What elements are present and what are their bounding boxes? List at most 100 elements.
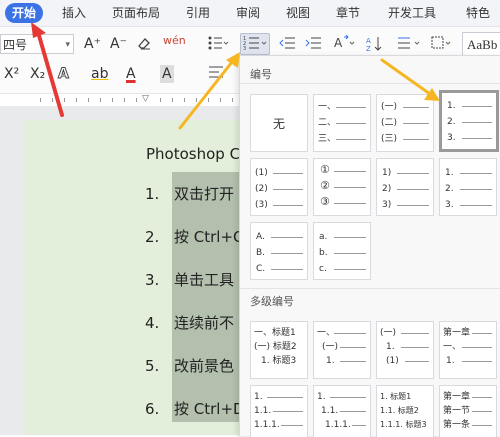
marker: (一) 标题2: [254, 342, 297, 352]
multilevel-option-chinese[interactable]: 一、 (一) 1.: [313, 321, 371, 379]
marker: ②: [320, 179, 330, 192]
tab-review[interactable]: 审阅: [236, 3, 260, 23]
align-left-icon[interactable]: [207, 64, 225, 85]
phonetic-guide-button[interactable]: wén: [163, 32, 186, 50]
multilevel-option-chapter-2[interactable]: 第一章 第一节 第一条: [439, 385, 497, 437]
multilevel-option-mixed[interactable]: (一) 1. (1): [376, 321, 434, 379]
marker: 一、标题1: [254, 328, 296, 338]
font-size-value: 四号: [3, 38, 28, 52]
list-item: 按 Ctrl+O: [172, 224, 245, 250]
chevron-down-icon: ▾: [65, 40, 70, 50]
marker: c.: [319, 264, 327, 274]
marker: 1.: [386, 342, 395, 352]
numbering-option-arabic-dot[interactable]: 1. 2. 3.: [439, 90, 499, 152]
char-shading-button[interactable]: A: [160, 65, 174, 83]
font-color-button[interactable]: A: [126, 65, 136, 83]
list-number: 1.: [145, 185, 160, 203]
none-label: 无: [272, 117, 285, 131]
list-number: 3.: [145, 271, 160, 289]
marker: A.: [256, 232, 265, 242]
numbering-option-arabic-paren[interactable]: (1) (2) (3): [250, 158, 308, 216]
marker: 第一章: [443, 392, 471, 402]
multilevel-option-chapter[interactable]: 第一章 一、 1.: [439, 321, 497, 379]
subscript-button[interactable]: X₂: [30, 65, 45, 83]
tab-view[interactable]: 视图: [286, 3, 310, 23]
text-effect-button[interactable]: A: [58, 65, 70, 83]
highlight-button[interactable]: ab: [91, 65, 108, 83]
numbering-dropdown: 编号 无 一、 二、 三、 (一) (二) (三) 1. 2. 3. (1) (…: [239, 55, 500, 437]
marker: (2): [255, 184, 268, 194]
tab-features[interactable]: 特色: [466, 3, 490, 23]
numbering-option-none[interactable]: 无: [250, 94, 308, 152]
line-spacing-icon[interactable]: [396, 35, 422, 56]
marker: B.: [256, 248, 266, 258]
marker: 1.1.: [321, 406, 339, 416]
ruler: ▽: [0, 93, 245, 106]
numbering-option-upper-alpha[interactable]: A. B. C.: [250, 222, 308, 280]
numbering-option-lower-alpha[interactable]: a. b. c.: [313, 222, 371, 280]
borders-icon[interactable]: [430, 35, 452, 56]
tab-home[interactable]: 开始: [5, 3, 44, 23]
text-selection: [172, 172, 242, 420]
list-item: 按 Ctrl+D: [172, 396, 245, 422]
font-size-select[interactable]: 四号 ▾: [0, 34, 74, 54]
grow-font-button[interactable]: A⁺: [84, 35, 101, 53]
marker: (一): [381, 102, 398, 112]
marker: 1.: [317, 392, 326, 402]
list-item: 改前景色: [172, 353, 245, 379]
marker: 1): [382, 168, 392, 178]
marker: (3): [255, 200, 268, 210]
decrease-indent-icon[interactable]: [279, 35, 297, 56]
style-gallery[interactable]: AaBb: [462, 32, 500, 56]
marker: ③: [320, 195, 330, 208]
text-direction-icon[interactable]: A: [332, 34, 356, 56]
tab-references[interactable]: 引用: [186, 3, 210, 23]
numbering-section-label: 编号: [250, 68, 272, 81]
list-number: 4.: [145, 314, 160, 332]
marker: 1.: [445, 168, 454, 178]
marker: C.: [256, 264, 266, 274]
numbered-list-icon[interactable]: 123: [240, 33, 270, 55]
marker: 3): [382, 200, 392, 210]
list-item: 连续前不: [172, 310, 245, 336]
numbering-option-arabic-rparen[interactable]: 1) 2) 3): [376, 158, 434, 216]
tab-chapter[interactable]: 章节: [336, 3, 360, 23]
shrink-font-button[interactable]: A⁻: [110, 35, 127, 53]
marker: 1. 标题3: [261, 356, 297, 366]
indent-marker-icon[interactable]: ▽: [142, 94, 149, 104]
marker: 1.: [446, 356, 455, 366]
tab-page-layout[interactable]: 页面布局: [112, 3, 160, 23]
marker: (一): [380, 328, 397, 338]
marker: 1.1. 标题2: [380, 406, 419, 415]
document-title-text: Photoshop C: [146, 145, 241, 163]
list-item: 双击打开: [172, 181, 245, 207]
increase-indent-icon[interactable]: [305, 35, 323, 56]
marker: ①: [320, 163, 330, 176]
numbering-option-chinese-paren[interactable]: (一) (二) (三): [376, 94, 434, 152]
multilevel-option-heading-2[interactable]: 1. 标题1 1.1. 标题2 1.1.1. 标题3: [376, 385, 434, 437]
multilevel-option-decimal-2[interactable]: 1. 1.1. 1.1.1.: [313, 385, 371, 437]
marker: 2): [382, 184, 392, 194]
marker: (一): [322, 342, 339, 352]
superscript-button[interactable]: X²: [4, 65, 19, 83]
svg-text:A: A: [366, 37, 371, 45]
tab-developer[interactable]: 开发工具: [388, 3, 436, 23]
multilevel-option-heading[interactable]: 一、标题1 (一) 标题2 1. 标题3: [250, 321, 308, 379]
marker: (二): [381, 118, 398, 128]
eraser-icon[interactable]: [136, 35, 152, 56]
numbering-option-circled[interactable]: ① ② ③: [313, 158, 371, 216]
svg-text:3: 3: [243, 46, 246, 52]
numbering-option-arabic-dot-2[interactable]: 1. 2. 3.: [439, 158, 497, 216]
marker: 1. 标题1: [380, 392, 412, 401]
phonetic-label: wén: [163, 34, 186, 47]
marker: 1.1.1. 标题3: [380, 420, 427, 429]
svg-text:Z: Z: [366, 45, 371, 53]
marker: 1.1.: [254, 406, 272, 416]
tab-insert[interactable]: 插入: [62, 3, 86, 23]
numbering-option-chinese-comma[interactable]: 一、 二、 三、: [313, 94, 371, 152]
marker: a.: [319, 232, 328, 242]
multilevel-option-decimal[interactable]: 1. 1.1. 1.1.1.: [250, 385, 308, 437]
svg-text:A: A: [334, 36, 343, 50]
bulleted-list-icon[interactable]: [207, 35, 229, 56]
marker: (三): [381, 134, 398, 144]
